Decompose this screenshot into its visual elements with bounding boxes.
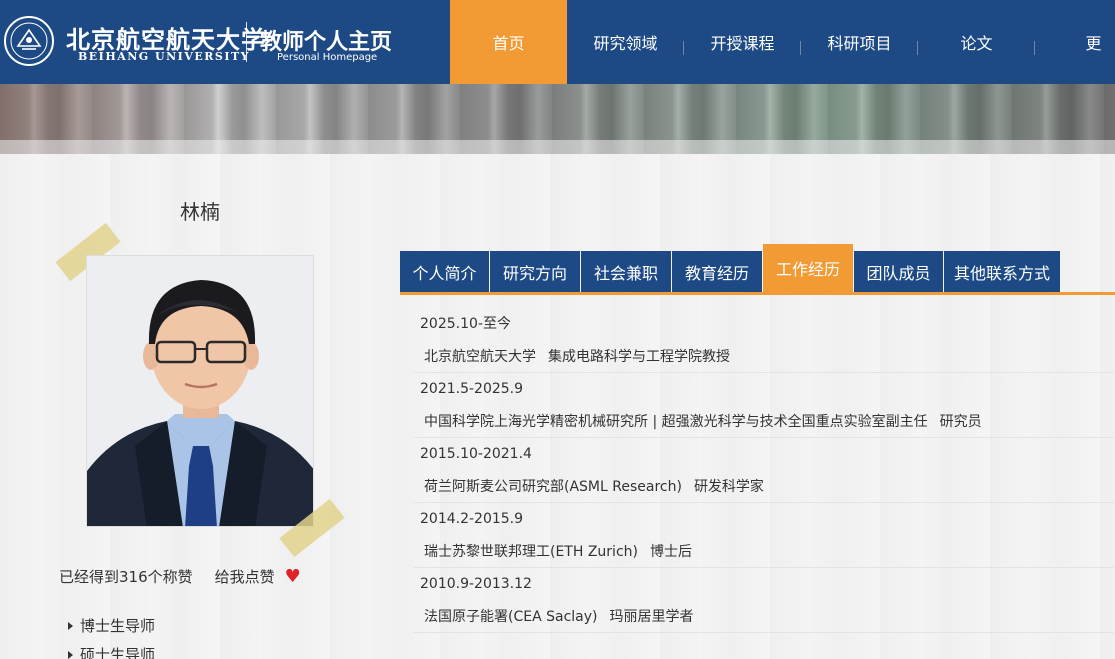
tab-work-experience[interactable]: 工作经历 — [763, 244, 853, 292]
supervisor-roles: 博士生导师 硕士生导师 — [68, 615, 155, 659]
nav-more[interactable]: 更 — [1035, 0, 1115, 84]
nav-courses[interactable]: 开授课程 — [684, 0, 801, 84]
experience-period: 2021.5-2025.9 — [420, 381, 524, 397]
experience-period: 2015.10-2021.4 — [420, 446, 532, 462]
portrait-image — [87, 256, 313, 526]
role-item-phd[interactable]: 博士生导师 — [68, 615, 155, 636]
site-header: 北京航空航天大学 BEIHANG UNIVERSITY 教师个人主页 Perso… — [0, 0, 1115, 84]
nav-courses-label: 开授课程 — [710, 34, 775, 53]
experience-period: 2010.9-2013.12 — [420, 576, 532, 592]
experience-org: 中国科学院上海光学精密机械研究所 | 超强激光科学与技术全国重点实验室副主任 — [424, 414, 928, 430]
tab-social-positions[interactable]: 社会兼职 — [581, 251, 671, 292]
experience-org: 法国原子能署(CEA Saclay) — [424, 609, 598, 625]
person-name: 林楠 — [180, 200, 220, 224]
experience-title: 研究员 — [939, 414, 982, 430]
university-seal-icon[interactable] — [4, 16, 54, 66]
banner-frame — [0, 140, 1115, 154]
homepage-title-en: Personal Homepage — [277, 52, 378, 63]
tab-research-direction[interactable]: 研究方向 — [490, 251, 580, 292]
work-experience-list: 2025.10-至今 北京航空航天大学 集成电路科学与工程学院教授 2021.5-… — [414, 308, 1114, 633]
tabs-underline — [400, 292, 1115, 295]
heart-icon[interactable]: ♥ — [285, 567, 301, 586]
experience-description: 北京航空航天大学 集成电路科学与工程学院教授 — [414, 341, 1114, 373]
experience-title: 集成电路科学与工程学院教授 — [548, 349, 730, 365]
experience-org: 北京航空航天大学 — [424, 349, 536, 365]
role-label: 博士生导师 — [80, 617, 156, 635]
role-label: 硕士生导师 — [80, 646, 156, 659]
nav-research-area[interactable]: 研究领域 — [567, 0, 684, 84]
tab-other-contacts[interactable]: 其他联系方式 — [944, 251, 1060, 292]
experience-org: 瑞士苏黎世联邦理工(ETH Zurich) — [424, 544, 638, 560]
list-item: 2021.5-2025.9 中国科学院上海光学精密机械研究所 | 超强激光科学与… — [414, 373, 1114, 438]
role-item-master[interactable]: 硕士生导师 — [68, 644, 155, 659]
experience-title: 博士后 — [649, 544, 692, 560]
triangle-right-icon — [68, 650, 73, 659]
tab-team-members[interactable]: 团队成员 — [854, 251, 943, 292]
nav-projects[interactable]: 科研项目 — [801, 0, 918, 84]
nav-home-label: 首页 — [492, 34, 525, 53]
likes-count-text: 已经得到316个称赞 — [59, 568, 193, 586]
nav-papers-label: 论文 — [960, 34, 993, 53]
tab-bio[interactable]: 个人简介 — [400, 251, 489, 292]
experience-description: 荷兰阿斯麦公司研究部(ASML Research) 研发科学家 — [414, 471, 1114, 503]
profile-photo — [86, 255, 314, 527]
list-item: 2025.10-至今 北京航空航天大学 集成电路科学与工程学院教授 — [414, 308, 1114, 373]
experience-period: 2025.10-至今 — [420, 316, 511, 332]
experience-description: 瑞士苏黎世联邦理工(ETH Zurich) 博士后 — [414, 536, 1114, 568]
experience-description: 法国原子能署(CEA Saclay) 玛丽居里学者 — [414, 601, 1114, 633]
experience-title: 玛丽居里学者 — [609, 609, 694, 625]
nav-more-label: 更 — [1085, 34, 1102, 53]
experience-org: 荷兰阿斯麦公司研究部(ASML Research) — [424, 479, 682, 495]
experience-description: 中国科学院上海光学精密机械研究所 | 超强激光科学与技术全国重点实验室副主任 研究… — [414, 406, 1114, 438]
main-nav: 首页 研究领域 开授课程 科研项目 论文 更 — [450, 0, 1115, 84]
list-item: 2010.9-2013.12 法国原子能署(CEA Saclay) 玛丽居里学者 — [414, 568, 1114, 633]
experience-title: 研发科学家 — [693, 479, 764, 495]
likes-row: 已经得到316个称赞 给我点赞 ♥ — [59, 566, 301, 587]
profile-tabs: 个人简介 研究方向 社会兼职 教育经历 工作经历 团队成员 其他联系方式 — [400, 244, 1061, 292]
nav-research-area-label: 研究领域 — [593, 34, 658, 53]
experience-period: 2014.2-2015.9 — [420, 511, 524, 527]
like-button[interactable]: 给我点赞 — [215, 566, 275, 587]
banner-image — [0, 84, 1115, 154]
university-name-en[interactable]: BEIHANG UNIVERSITY — [78, 50, 250, 63]
nav-home[interactable]: 首页 — [450, 0, 567, 84]
list-item: 2015.10-2021.4 荷兰阿斯麦公司研究部(ASML Research)… — [414, 438, 1114, 503]
nav-papers[interactable]: 论文 — [918, 0, 1035, 84]
list-item: 2014.2-2015.9 瑞士苏黎世联邦理工(ETH Zurich) 博士后 — [414, 503, 1114, 568]
tab-education[interactable]: 教育经历 — [672, 251, 762, 292]
logo-divider — [246, 22, 247, 62]
nav-projects-label: 科研项目 — [827, 34, 892, 53]
triangle-right-icon — [68, 621, 73, 630]
